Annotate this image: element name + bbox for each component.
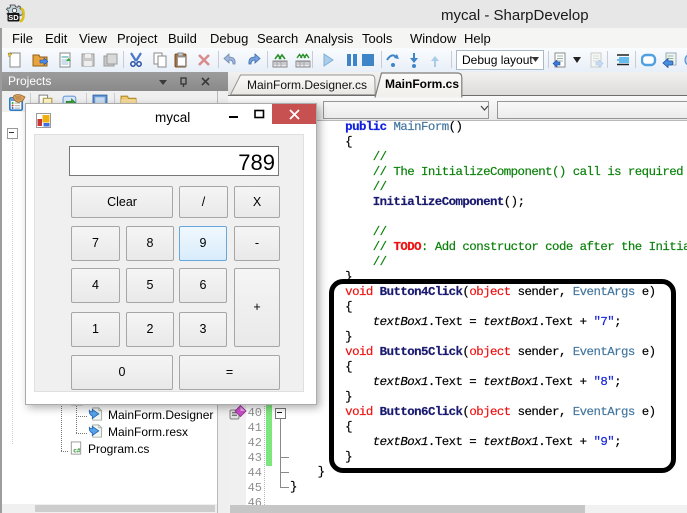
- svg-text:c#: c#: [73, 447, 81, 454]
- svg-text:SD: SD: [8, 13, 19, 22]
